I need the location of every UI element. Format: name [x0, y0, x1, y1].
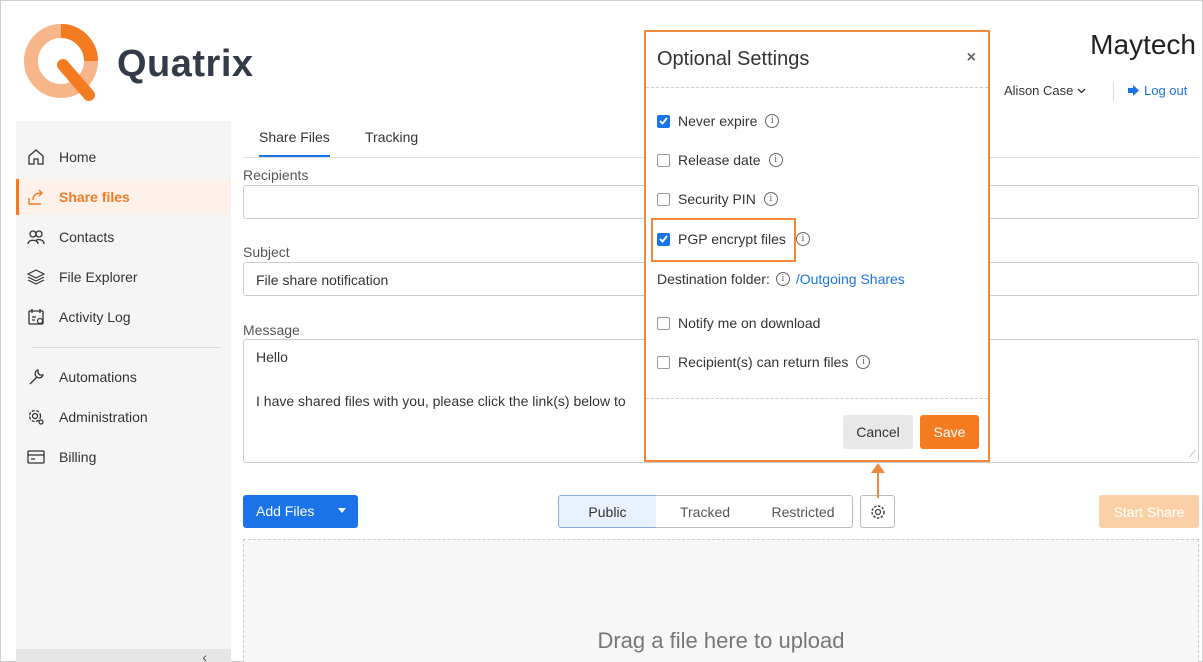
message-line: Hello [256, 349, 288, 365]
checkbox-icon[interactable] [657, 316, 670, 330]
option-pgp-encrypt[interactable]: PGP encrypt files i [657, 231, 810, 247]
header-divider [1113, 81, 1114, 101]
add-files-button[interactable]: Add Files [243, 495, 358, 528]
upload-dropzone[interactable]: Drag a file here to upload [243, 539, 1199, 662]
recipients-label: Recipients [243, 167, 309, 183]
sidebar-item-label: Activity Log [59, 309, 131, 325]
logo-wordmark: Quatrix [117, 43, 254, 85]
destination-folder-link[interactable]: /Outgoing Shares [796, 271, 905, 287]
option-label: Never expire [678, 113, 758, 129]
message-label: Message [243, 322, 300, 338]
option-release-date[interactable]: Release date i [657, 152, 783, 168]
sidebar-item-administration[interactable]: Administration [16, 399, 231, 435]
wrench-icon [29, 369, 44, 385]
user-menu[interactable]: Alison Case [1004, 83, 1086, 98]
destination-folder: Destination folder: i /Outgoing Shares [657, 271, 905, 287]
option-label: Release date [678, 152, 761, 168]
checkbox-icon[interactable] [657, 355, 670, 369]
subject-label: Subject [243, 244, 290, 260]
destination-label: Destination folder: [657, 271, 770, 287]
dropzone-text: Drag a file here to upload [597, 628, 845, 653]
sidebar-collapse-bar[interactable]: ‹ [16, 649, 231, 662]
start-share-button[interactable]: Start Share [1099, 495, 1199, 528]
info-icon[interactable]: i [763, 192, 778, 206]
option-label: Security PIN [678, 191, 756, 207]
tab-tracking[interactable]: Tracking [365, 129, 418, 155]
save-button[interactable]: Save [920, 415, 979, 449]
user-name: Alison Case [1004, 83, 1074, 98]
sidebar-item-label: Contacts [59, 229, 115, 245]
tab-share-files[interactable]: Share Files [259, 129, 330, 157]
sidebar-item-billing[interactable]: Billing [16, 439, 231, 475]
quatrix-logo-icon [24, 24, 98, 101]
sidebar-item-home[interactable]: Home [16, 139, 231, 175]
info-icon[interactable]: i [768, 153, 783, 167]
collapse-icon: ‹ [202, 649, 207, 662]
info-icon[interactable]: i [765, 114, 780, 128]
option-recipient-return[interactable]: Recipient(s) can return files i [657, 354, 871, 370]
segment-public[interactable]: Public [558, 495, 657, 528]
sidebar-item-label: Share files [59, 189, 130, 205]
sidebar-item-contacts[interactable]: Contacts [16, 219, 231, 255]
sidebar-item-label: Home [59, 149, 97, 165]
option-label: Recipient(s) can return files [678, 354, 849, 370]
modal-divider [646, 87, 988, 88]
activity-log-icon [28, 309, 44, 325]
billing-icon [27, 450, 45, 464]
resize-handle-icon[interactable]: ⟋ [1189, 449, 1196, 460]
optional-settings-modal: Optional Settings × Never expire i Relea… [644, 30, 990, 462]
add-files-label: Add Files [256, 503, 315, 519]
optional-settings-button[interactable] [860, 495, 895, 528]
option-never-expire[interactable]: Never expire i [657, 113, 780, 129]
chevron-down-icon [1077, 88, 1086, 93]
option-security-pin[interactable]: Security PIN i [657, 191, 778, 207]
checkbox-icon[interactable] [657, 153, 670, 167]
sidebar-item-automations[interactable]: Automations [16, 359, 231, 395]
logout-label: Log out [1144, 83, 1188, 98]
option-label: Notify me on download [678, 315, 821, 331]
sidebar-item-label: Automations [59, 369, 137, 385]
option-label: PGP encrypt files [678, 231, 786, 247]
contacts-icon [27, 230, 45, 245]
sidebar: Home Share files Contacts File Explorer … [16, 121, 231, 662]
sidebar-item-share-files[interactable]: Share files [16, 179, 231, 215]
subject-value: File share notification [256, 272, 389, 288]
info-icon[interactable]: i [795, 232, 810, 246]
sidebar-item-label: Billing [59, 449, 97, 465]
annotation-arrow-icon [871, 463, 885, 498]
close-icon[interactable]: × [967, 49, 976, 67]
gear-icon [28, 409, 44, 425]
checkbox-checked-icon[interactable] [657, 232, 670, 246]
sidebar-item-label: Administration [59, 409, 148, 425]
cancel-button[interactable]: Cancel [843, 415, 913, 449]
sidebar-item-label: File Explorer [59, 269, 138, 285]
home-icon [28, 149, 44, 165]
sidebar-item-activity-log[interactable]: Activity Log [16, 299, 231, 335]
share-icon [28, 189, 43, 205]
checkbox-checked-icon[interactable] [657, 114, 670, 128]
brand-name: Maytech [1090, 29, 1196, 60]
segment-restricted[interactable]: Restricted [754, 495, 853, 528]
quatrix-logo[interactable]: Quatrix [21, 21, 281, 101]
modal-title: Optional Settings [657, 48, 810, 70]
gear-icon [870, 504, 885, 519]
sidebar-item-file-explorer[interactable]: File Explorer [16, 259, 231, 295]
info-icon[interactable]: i [856, 355, 871, 369]
segment-tracked[interactable]: Tracked [656, 495, 755, 528]
caret-down-icon [338, 508, 346, 513]
layers-icon [27, 269, 45, 285]
modal-divider [646, 398, 988, 399]
info-icon[interactable]: i [775, 272, 790, 286]
message-line: I have shared files with you, please cli… [256, 393, 626, 409]
option-notify-download[interactable]: Notify me on download [657, 315, 820, 331]
sidebar-divider [31, 347, 221, 348]
logout-link[interactable]: Log out [1128, 83, 1187, 98]
checkbox-icon[interactable] [657, 192, 670, 206]
logout-icon [1128, 85, 1139, 96]
